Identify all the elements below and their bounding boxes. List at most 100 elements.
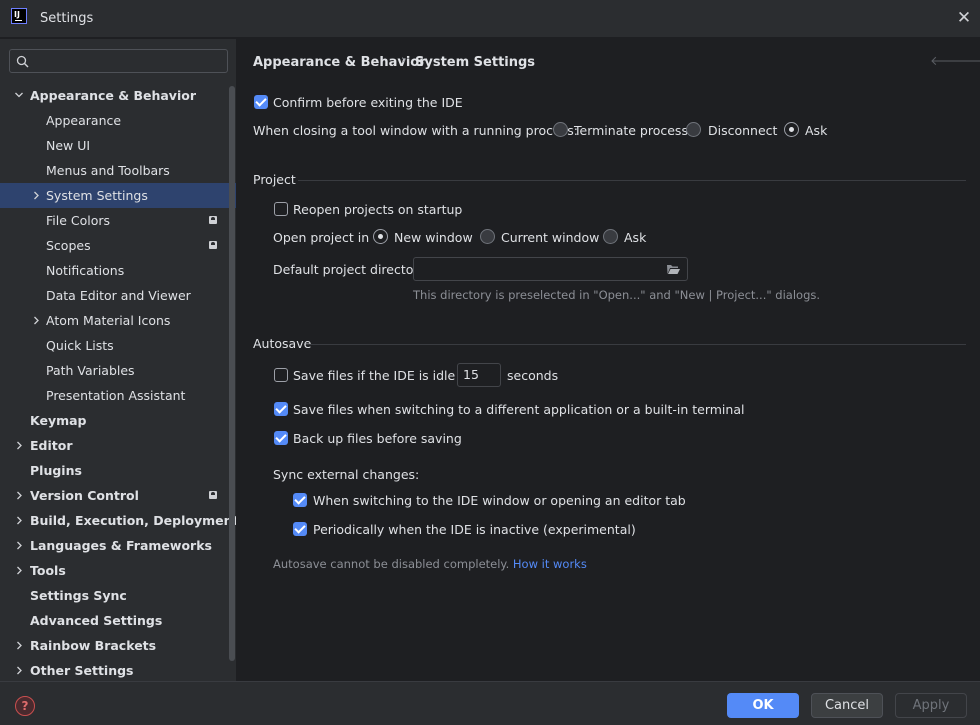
sidebar-item-version-control[interactable]: Version Control — [0, 483, 236, 508]
save-idle-checkbox[interactable] — [274, 368, 288, 382]
chevron-right-icon[interactable] — [14, 633, 26, 658]
sidebar-item-label: Notifications — [46, 263, 125, 278]
sync-switch-label: When switching to the IDE window or open… — [313, 493, 686, 508]
current-window-label: Current window — [501, 230, 600, 245]
sidebar-scrollbar[interactable] — [229, 86, 235, 661]
sidebar-item-label: System Settings — [46, 188, 148, 203]
sidebar-item-new-ui[interactable]: New UI — [0, 133, 236, 158]
confirm-exit-checkbox[interactable] — [254, 95, 268, 109]
current-window-radio[interactable] — [480, 229, 495, 244]
sync-switch-checkbox[interactable] — [293, 493, 307, 507]
chevron-right-icon[interactable] — [14, 658, 26, 683]
save-switching-label: Save files when switching to a different… — [293, 402, 745, 417]
project-section-title: Project — [253, 172, 296, 187]
sidebar-item-appearance-behavior[interactable]: Appearance & Behavior — [0, 83, 236, 108]
chevron-right-icon[interactable] — [14, 533, 26, 558]
sidebar-item-notifications[interactable]: Notifications — [0, 258, 236, 283]
chevron-down-icon[interactable] — [14, 83, 26, 108]
sidebar-item-path-variables[interactable]: Path Variables — [0, 358, 236, 383]
project-level-icon — [209, 491, 217, 499]
apply-button[interactable]: Apply — [895, 693, 967, 718]
help-icon[interactable]: ? — [15, 696, 35, 716]
sidebar-item-system-settings[interactable]: System Settings — [0, 183, 236, 208]
sidebar-item-keymap[interactable]: Keymap — [0, 408, 236, 433]
sidebar-item-label: Build, Execution, Deployment — [30, 513, 239, 528]
sidebar-item-languages-frameworks[interactable]: Languages & Frameworks — [0, 533, 236, 558]
settings-sidebar: Appearance & Behavior Appearance New UI Men… — [0, 39, 239, 683]
autosave-section-title: Autosave — [253, 336, 312, 351]
sidebar-item-presentation-assistant[interactable]: Presentation Assistant — [0, 383, 236, 408]
sidebar-item-atom-material-icons[interactable]: Atom Material Icons — [0, 308, 236, 333]
sidebar-item-file-colors[interactable]: File Colors — [0, 208, 236, 233]
sidebar-item-label: Editor — [30, 438, 73, 453]
disconnect-radio[interactable] — [686, 122, 701, 137]
sidebar-item-label: Atom Material Icons — [46, 313, 171, 328]
default-dir-label: Default project directory: — [273, 262, 430, 277]
sidebar-item-tools[interactable]: Tools — [0, 558, 236, 583]
open-ask-label: Ask — [624, 230, 647, 245]
chevron-right-icon[interactable] — [31, 308, 43, 333]
sidebar-item-other-settings[interactable]: Other Settings — [0, 658, 236, 683]
sidebar-item-build-execution-deployment[interactable]: Build, Execution, Deployment — [0, 508, 239, 533]
chevron-right-icon[interactable] — [14, 508, 26, 533]
ask-radio[interactable] — [784, 122, 799, 137]
backup-label: Back up files before saving — [293, 431, 462, 446]
chevron-right-icon[interactable] — [14, 433, 26, 458]
new-window-radio[interactable] — [373, 229, 388, 244]
chevron-right-icon[interactable] — [14, 558, 26, 583]
cancel-button[interactable]: Cancel — [811, 693, 883, 718]
terminate-process-radio[interactable] — [553, 122, 568, 137]
breadcrumb-parent[interactable]: Appearance & Behavior — [253, 55, 426, 70]
back-arrow-icon[interactable]: 🡐 — [930, 55, 965, 69]
sidebar-item-label: Scopes — [46, 238, 91, 253]
sidebar-item-menus-and-toolbars[interactable]: Menus and Toolbars — [0, 158, 236, 183]
dialog-footer: ? OK Cancel Apply — [0, 681, 980, 725]
open-project-in-label: Open project in — [273, 230, 370, 245]
sidebar-item-label: Keymap — [30, 413, 87, 428]
project-level-icon — [209, 216, 217, 224]
intellij-logo-icon: IJ — [11, 8, 27, 24]
autosave-note-text: Autosave cannot be disabled completely. — [273, 557, 510, 571]
backup-checkbox[interactable] — [274, 431, 288, 445]
sidebar-item-label: Appearance — [46, 113, 122, 128]
disconnect-label: Disconnect — [708, 123, 778, 138]
window-title: Settings — [40, 11, 94, 26]
sidebar-item-label: Tools — [30, 563, 66, 578]
save-switching-checkbox[interactable] — [274, 402, 288, 416]
sidebar-item-appearance[interactable]: Appearance — [0, 108, 236, 133]
close-icon[interactable]: ✕ — [954, 8, 974, 28]
ok-button[interactable]: OK — [727, 693, 799, 718]
sidebar-item-label: Rainbow Brackets — [30, 638, 157, 653]
sync-periodic-label: Periodically when the IDE is inactive (e… — [313, 522, 636, 537]
seconds-label: seconds — [507, 368, 559, 383]
sidebar-item-label: New UI — [46, 138, 91, 153]
idle-seconds-input[interactable]: 15 — [457, 363, 501, 387]
reopen-projects-checkbox[interactable] — [274, 202, 288, 216]
chevron-right-icon[interactable] — [31, 183, 43, 208]
default-dir-hint: This directory is preselected in "Open..… — [413, 288, 821, 302]
open-ask-radio[interactable] — [603, 229, 618, 244]
sync-periodic-checkbox[interactable] — [293, 522, 307, 536]
logo-text: IJ — [14, 10, 20, 19]
sidebar-item-label: Menus and Toolbars — [46, 163, 170, 178]
sidebar-item-scopes[interactable]: Scopes — [0, 233, 236, 258]
sidebar-item-quick-lists[interactable]: Quick Lists — [0, 333, 236, 358]
sidebar-item-label: Presentation Assistant — [46, 388, 186, 403]
default-dir-field[interactable] — [413, 257, 688, 281]
folder-icon[interactable] — [666, 263, 681, 275]
how-it-works-link[interactable]: How it works — [513, 557, 587, 571]
sidebar-item-plugins[interactable]: Plugins — [0, 458, 236, 483]
sidebar-item-rainbow-brackets[interactable]: Rainbow Brackets — [0, 633, 236, 658]
search-icon — [16, 55, 29, 68]
sidebar-item-data-editor-and-viewer[interactable]: Data Editor and Viewer — [0, 283, 236, 308]
autosave-note: Autosave cannot be disabled completely. … — [273, 557, 587, 571]
sidebar-item-editor[interactable]: Editor — [0, 433, 236, 458]
sidebar-item-settings-sync[interactable]: Settings Sync — [0, 583, 236, 608]
settings-content: Appearance & Behavior › System Settings … — [236, 39, 980, 681]
sidebar-item-advanced-settings[interactable]: Advanced Settings — [0, 608, 236, 633]
forward-arrow-icon[interactable]: 🡒 — [954, 55, 980, 69]
chevron-right-icon[interactable] — [14, 483, 26, 508]
sidebar-item-label: Advanced Settings — [30, 613, 163, 628]
search-input[interactable] — [9, 49, 228, 73]
project-divider — [298, 180, 966, 181]
